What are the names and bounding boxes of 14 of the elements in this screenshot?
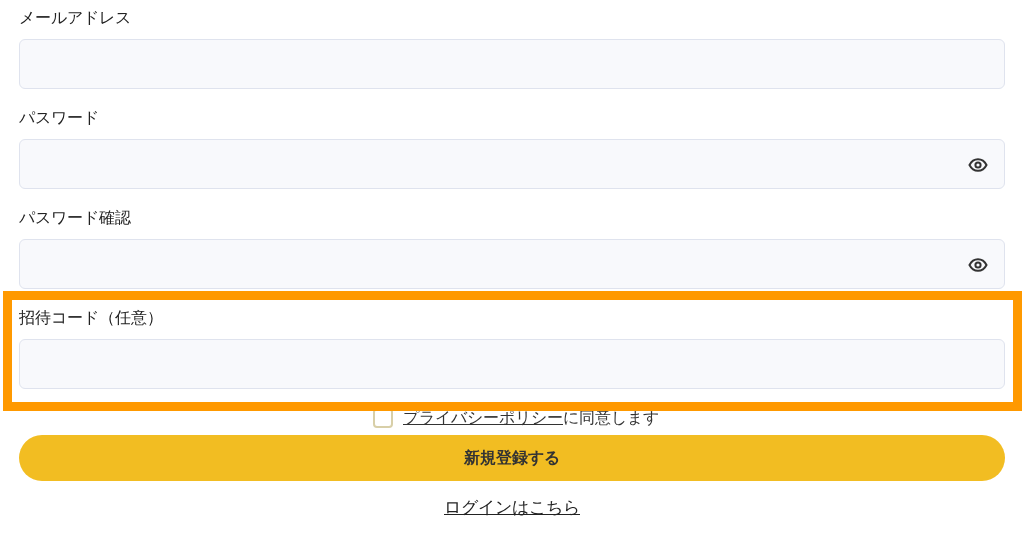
field-label: 招待コード（任意） bbox=[19, 307, 164, 329]
input-field[interactable] bbox=[19, 339, 1005, 389]
input-field[interactable] bbox=[19, 239, 1005, 289]
field-label: メールアドレス bbox=[19, 7, 132, 29]
input-field[interactable] bbox=[19, 139, 1005, 189]
field-label: パスワード確認 bbox=[19, 207, 132, 229]
login-link[interactable]: ログインはこちら bbox=[444, 495, 580, 521]
eye-icon[interactable] bbox=[968, 158, 988, 172]
privacy-policy-link[interactable]: プライバシーポリシー bbox=[403, 408, 563, 427]
input-field[interactable] bbox=[19, 39, 1005, 89]
register-button[interactable]: 新規登録する bbox=[19, 435, 1005, 481]
agreement-text: に同意します bbox=[563, 408, 659, 427]
eye-icon[interactable] bbox=[968, 258, 988, 272]
field-label: パスワード bbox=[19, 107, 100, 129]
